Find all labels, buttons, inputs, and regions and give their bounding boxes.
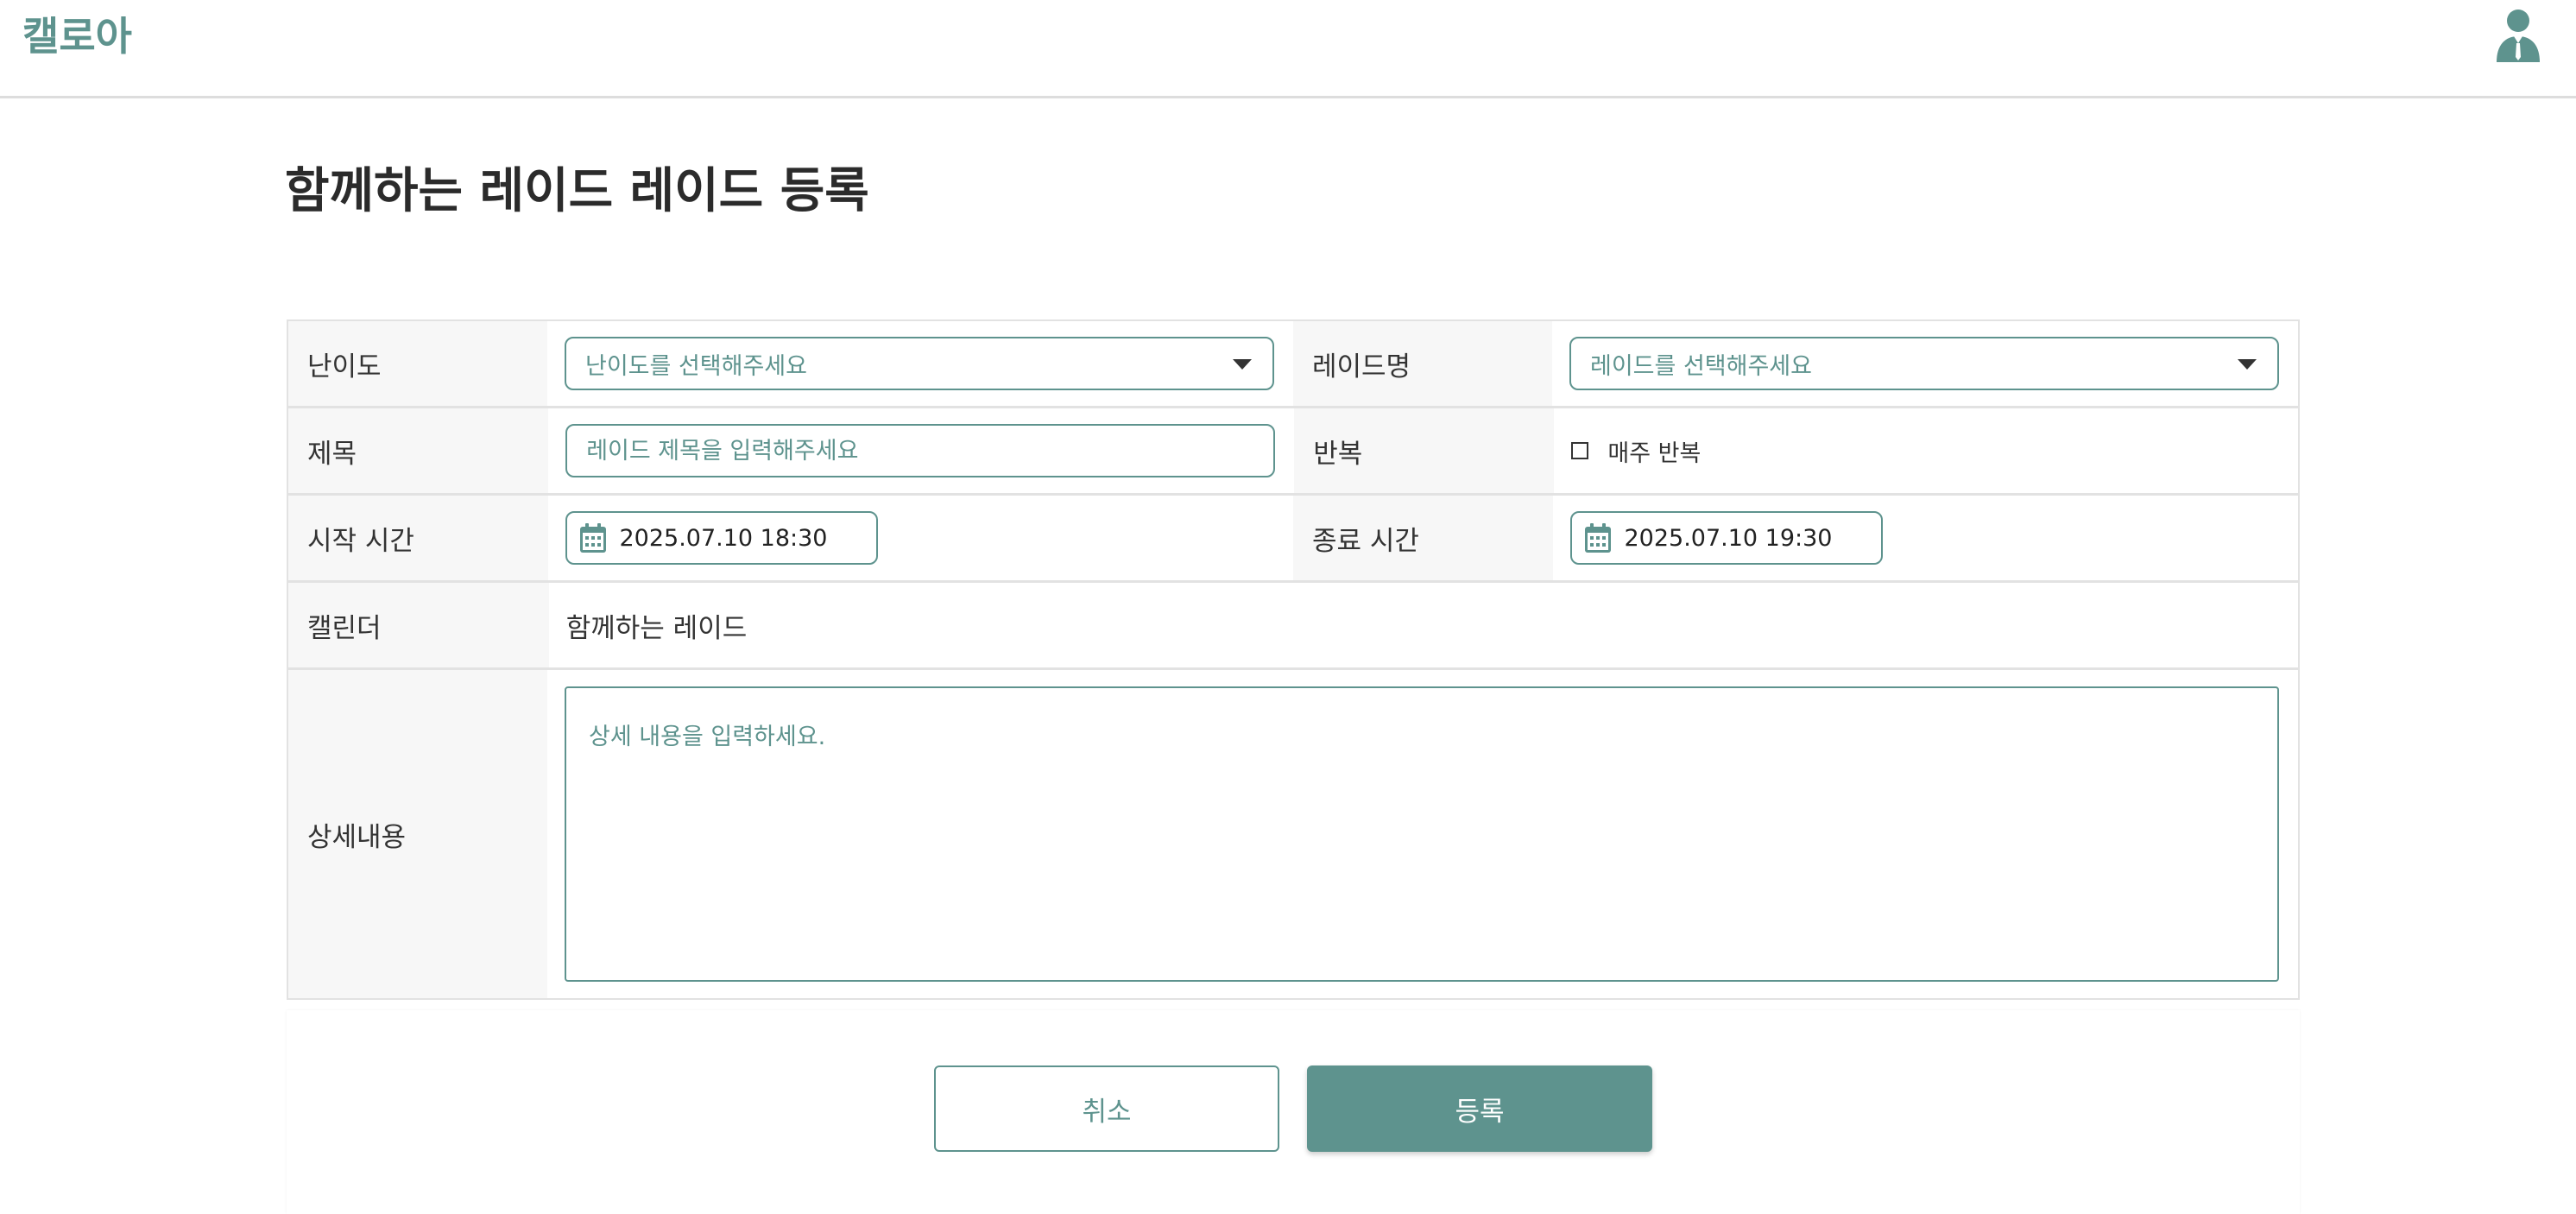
raid-name-cell: 레이드를 선택해주세요 — [1552, 321, 2298, 406]
form-row-title-repeat: 제목 반복 매주 반복 — [288, 408, 2298, 496]
form-actions: 취소 등록 — [287, 1010, 2300, 1214]
end-time-cell: 2025.07.10 19:30 — [1553, 496, 2298, 580]
cancel-button[interactable]: 취소 — [934, 1065, 1279, 1152]
difficulty-cell: 난이도를 선택해주세요 — [547, 321, 1293, 406]
calendar-icon — [1585, 523, 1612, 553]
form-row-calendar: 캘린더 함께하는 레이드 — [288, 583, 2298, 670]
calendar-value: 함께하는 레이드 — [565, 612, 748, 644]
calendar-label: 캘린더 — [288, 583, 549, 667]
raid-name-label: 레이드명 — [1293, 321, 1552, 406]
details-textarea[interactable] — [565, 686, 2279, 982]
end-time-input[interactable]: 2025.07.10 19:30 — [1570, 511, 1884, 565]
repeat-cell: 매주 반복 — [1554, 408, 2298, 493]
start-time-input[interactable]: 2025.07.10 18:30 — [565, 511, 879, 565]
calendar-icon — [580, 523, 607, 553]
end-time-value: 2025.07.10 19:30 — [1624, 524, 1833, 552]
start-time-value: 2025.07.10 18:30 — [619, 524, 828, 552]
calendar-cell: 함께하는 레이드 — [548, 583, 2298, 667]
difficulty-select-text: 난이도를 선택해주세요 — [585, 352, 807, 380]
details-cell — [547, 670, 2298, 998]
raid-registration-form: 난이도 난이도를 선택해주세요 레이드명 레이드를 선택해주세요 제목 반복 매… — [287, 319, 2300, 1000]
raid-name-select[interactable]: 레이드를 선택해주세요 — [1569, 337, 2279, 390]
top-header: 캘로아 — [0, 0, 2576, 98]
user-avatar-icon[interactable] — [2495, 9, 2541, 62]
start-time-cell: 2025.07.10 18:30 — [548, 496, 1293, 580]
submit-button[interactable]: 등록 — [1307, 1065, 1652, 1152]
weekly-repeat-label[interactable]: 매주 반복 — [1607, 434, 1701, 468]
form-row-difficulty-raid: 난이도 난이도를 선택해주세요 레이드명 레이드를 선택해주세요 — [288, 321, 2298, 408]
page-title: 함께하는 레이드 레이드 등록 — [285, 163, 869, 219]
weekly-repeat-option[interactable]: 매주 반복 — [1571, 434, 1701, 468]
raid-name-select-text: 레이드를 선택해주세요 — [1590, 352, 1812, 380]
repeat-label: 반복 — [1294, 408, 1555, 493]
title-cell — [548, 408, 1295, 493]
weekly-repeat-checkbox[interactable] — [1571, 442, 1589, 459]
difficulty-select[interactable]: 난이도를 선택해주세요 — [565, 337, 1274, 390]
title-input[interactable] — [565, 424, 1276, 477]
form-row-time: 시작 시간 2025.07.10 18:30 종료 시간 2025.07.10 … — [288, 496, 2298, 583]
start-time-label: 시작 시간 — [288, 496, 549, 580]
chevron-down-icon — [2238, 359, 2257, 370]
end-time-label: 종료 시간 — [1293, 496, 1554, 580]
details-label: 상세내용 — [288, 670, 547, 998]
title-label: 제목 — [288, 408, 549, 493]
app-logo[interactable]: 캘로아 — [22, 12, 132, 60]
chevron-down-icon — [1233, 359, 1252, 370]
difficulty-label: 난이도 — [288, 321, 547, 406]
form-row-details: 상세내용 — [288, 670, 2298, 998]
